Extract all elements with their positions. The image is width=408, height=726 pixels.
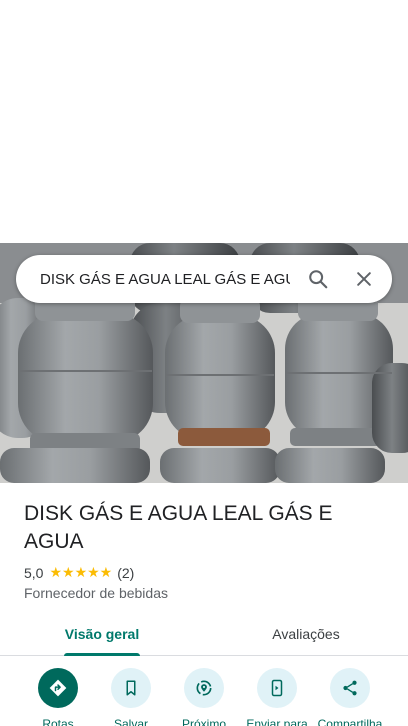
star-rating-icon: ★★★★★ <box>49 564 113 580</box>
nearby-label: Próximo <box>181 717 226 726</box>
save-label: Salvar <box>113 717 148 726</box>
send-to-phone-button[interactable]: Enviar para <box>237 668 317 726</box>
nearby-icon <box>196 680 212 696</box>
tab-reviews[interactable]: Avaliações <box>204 612 408 655</box>
search-icon <box>309 270 328 289</box>
rating-value: 5,0 <box>24 564 44 581</box>
share-icon <box>343 680 357 696</box>
place-info: DISK GÁS E AGUA LEAL GÁS E AGUA 5,0 ★★★★… <box>0 483 408 601</box>
directions-button[interactable]: Rotas <box>18 668 98 726</box>
close-icon <box>357 272 371 286</box>
search-bar[interactable]: DISK GÁS E AGUA LEAL GÁS E AGUA <box>16 255 392 303</box>
directions-icon <box>49 679 67 697</box>
rating-row[interactable]: 5,0 ★★★★★ (2) <box>24 564 384 581</box>
map-blank-area <box>0 0 408 243</box>
review-count: (2) <box>117 564 135 581</box>
place-tabs: Visão geral Avaliações <box>0 612 408 656</box>
place-title: DISK GÁS E AGUA LEAL GÁS E AGUA <box>24 502 333 553</box>
share-button[interactable]: Compartilha <box>310 668 390 726</box>
close-button[interactable] <box>344 259 384 299</box>
send-to-phone-icon <box>271 679 283 697</box>
bookmark-icon <box>126 680 136 696</box>
save-button[interactable]: Salvar <box>91 668 171 726</box>
tab-overview[interactable]: Visão geral <box>0 612 204 656</box>
nearby-button[interactable]: Próximo <box>164 668 244 726</box>
send-to-phone-label: Enviar para <box>246 717 308 726</box>
share-label: Compartilha <box>317 717 383 726</box>
place-category[interactable]: Fornecedor de bebidas <box>24 585 384 601</box>
action-bar: Rotas Salvar Próximo Enviar para Compart… <box>0 668 408 726</box>
search-button[interactable] <box>298 259 338 299</box>
directions-label: Rotas <box>42 717 74 726</box>
search-input[interactable]: DISK GÁS E AGUA LEAL GÁS E AGUA <box>40 271 290 288</box>
